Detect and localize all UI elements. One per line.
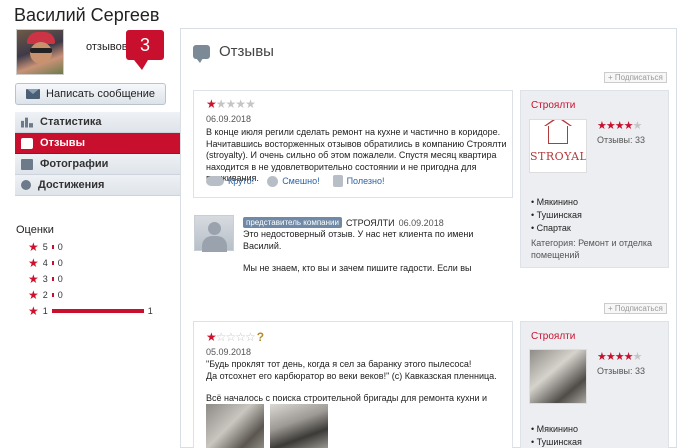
star-icon: ★	[28, 240, 39, 254]
rating-stars-label: 1	[42, 306, 48, 316]
reviews-count-label: отзывов:	[86, 41, 131, 53]
company-category: Категория: Ремонт и отделка помещений	[531, 238, 652, 260]
rating-count: 1	[147, 306, 153, 316]
subscribe-button[interactable]: + Подписаться	[604, 303, 667, 314]
review-photo[interactable]	[206, 404, 264, 448]
star-icon: ★	[28, 272, 39, 286]
company-rep-avatar	[194, 215, 234, 252]
funny-button[interactable]: Смешно!	[267, 175, 320, 187]
photo-icon	[21, 158, 33, 170]
reply-text: Это недостоверный отзыв. У нас нет клиен…	[243, 229, 474, 273]
review-card: ★ ★ ★ ★ ★ 06.09.2018 В конце июля регили сде…	[193, 90, 513, 198]
rating-row[interactable]: ★ 4 0	[28, 256, 63, 270]
star-icon: ★	[28, 304, 39, 318]
nav-item-label: Фотографии	[40, 158, 109, 170]
rep-tag: представитель компании	[243, 217, 342, 228]
company-rating: ★★★★★	[597, 351, 642, 363]
smile-icon	[267, 175, 279, 187]
review-rating: ★ ☆☆☆☆?	[206, 330, 264, 344]
metro-list: • Мякинино • Тушинская	[531, 424, 582, 447]
nav-item-achievements[interactable]: Достижения	[15, 175, 181, 196]
review-card: ★ ☆☆☆☆? 05.09.2018 "Будь проклят тот день…	[193, 321, 513, 448]
nav-item-photos[interactable]: Фотографии	[15, 154, 181, 175]
rating-stars-label: 2	[42, 290, 48, 300]
rating-bar	[51, 293, 54, 297]
logo-text: STROYALTY	[530, 150, 587, 163]
rating-row[interactable]: ★ 2 0	[28, 288, 63, 302]
envelope-icon	[26, 89, 41, 99]
company-logo[interactable]	[529, 349, 587, 404]
nav-item-label: Отзывы	[40, 137, 85, 149]
company-card: Строялти STROYALTY ★★★★★ Отзывы: 33 • Мя…	[520, 90, 669, 268]
subscribe-button[interactable]: + Подписаться	[604, 72, 667, 83]
reply-company[interactable]: СТРОЯЛТИ	[346, 218, 395, 228]
company-name-link[interactable]: Строялти	[531, 331, 575, 342]
review-date: 06.09.2018	[206, 114, 252, 124]
lightbulb-icon	[332, 175, 343, 187]
review-photo[interactable]	[270, 404, 328, 448]
rating-bar	[51, 277, 54, 281]
send-message-label: Написать сообщение	[46, 88, 155, 100]
reviews-count-badge: 3	[126, 30, 164, 70]
rating-count: 0	[57, 274, 63, 284]
nav-item-label: Статистика	[40, 116, 102, 128]
review-actions: Круто! Смешно! Полезно!	[206, 175, 385, 187]
rating-count: 0	[57, 242, 63, 252]
rating-count: 0	[57, 258, 63, 268]
stats-icon	[21, 117, 33, 128]
rating-stars-label: 3	[42, 274, 48, 284]
side-nav: Статистика Отзывы Фотографии Достижения	[15, 112, 181, 196]
reply-header: представитель компании СТРОЯЛТИ 06.09.20…	[243, 217, 444, 228]
ratings-title: Оценки	[16, 224, 54, 236]
metro-list: • Мякинино • Тушинская • Спартак	[531, 197, 582, 233]
main-title: Отзывы	[193, 43, 274, 63]
company-logo[interactable]: STROYALTY	[529, 119, 587, 173]
award-icon	[21, 180, 31, 190]
rating-row[interactable]: ★ 5 0	[28, 240, 63, 254]
rating-stars-label: 4	[42, 258, 48, 268]
avatar[interactable]	[16, 29, 64, 75]
send-message-button[interactable]: Написать сообщение	[15, 83, 166, 105]
speech-bubble-icon	[193, 44, 210, 63]
rating-bar	[51, 245, 54, 249]
rating-count: 0	[57, 290, 63, 300]
profile-name: Василий Сергеев	[14, 5, 160, 25]
star-icon: ★	[28, 288, 39, 302]
rating-bar	[51, 261, 54, 265]
nav-item-label: Достижения	[38, 179, 105, 191]
rating-bar	[51, 309, 144, 313]
main-title-label: Отзывы	[219, 43, 274, 60]
review-rating: ★ ★ ★ ★ ★	[206, 97, 256, 111]
company-name-link[interactable]: Строялти	[531, 100, 575, 111]
company-reviews-count: Отзывы: 33	[597, 135, 645, 145]
sunglasses-icon	[206, 176, 224, 186]
house-icon	[544, 120, 572, 144]
cool-button[interactable]: Круто!	[206, 175, 254, 187]
reviews-icon	[21, 137, 33, 149]
company-card: Строялти ★★★★★ Отзывы: 33 • Мякинино • Т…	[520, 321, 669, 448]
nav-item-reviews[interactable]: Отзывы	[15, 133, 181, 154]
reply-date: 06.09.2018	[398, 217, 444, 228]
rating-row[interactable]: ★ 1 1	[28, 304, 153, 318]
company-rating: ★★★★★	[597, 120, 642, 132]
star-icon: ★	[28, 256, 39, 270]
useful-button[interactable]: Полезно!	[332, 175, 385, 187]
review-date: 05.09.2018	[206, 347, 252, 357]
rating-stars-label: 5	[42, 242, 48, 252]
company-reviews-count: Отзывы: 33	[597, 366, 645, 376]
nav-item-stats[interactable]: Статистика	[15, 112, 181, 133]
rating-row[interactable]: ★ 3 0	[28, 272, 63, 286]
